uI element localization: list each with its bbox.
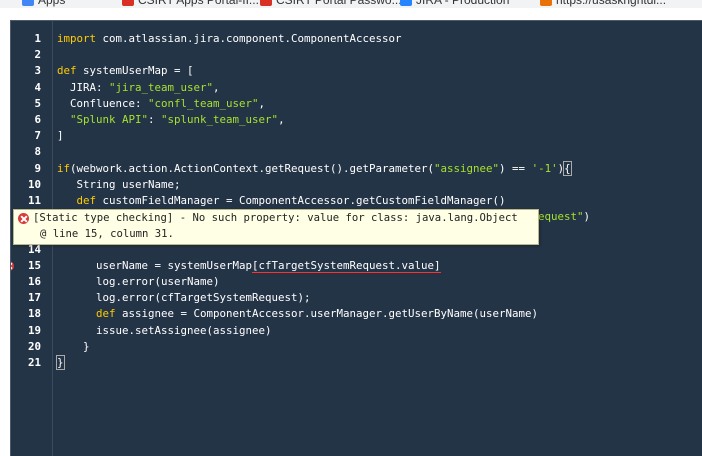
code-text: Confluence: <box>57 96 149 110</box>
line-number: 18 <box>27 307 41 321</box>
code-string: "confl_team_user" <box>148 96 259 110</box>
line-number: 19 <box>27 323 41 337</box>
bookmark-item[interactable]: Apps <box>22 0 65 7</box>
code-text: com.atlassian.jira.component.ComponentAc… <box>96 32 402 45</box>
line-number: 5 <box>34 96 41 110</box>
line-number: 1 <box>34 32 41 45</box>
bookmark-label: JIRA - Production <box>416 0 510 7</box>
code-text: issue.setAssignee(assignee) <box>57 323 272 337</box>
code-line[interactable]: issue.setAssignee(assignee) <box>57 323 272 339</box>
bookmark-item[interactable]: JIRA - Production <box>400 0 509 7</box>
bookmark-label: https://usaskrightdi... <box>556 0 667 7</box>
bookmark-item[interactable]: CSIRT Portal Passwo... <box>260 0 402 7</box>
code-text: userName = systemUserMap <box>57 258 253 272</box>
code-line[interactable]: Confluence: "confl_team_user", <box>57 96 265 112</box>
code-string: "splunk_team_user" <box>161 113 279 126</box>
code-line[interactable]: ] <box>57 128 64 144</box>
line-number: 2 <box>34 48 41 62</box>
code-text: JIRA: <box>57 80 110 94</box>
code-text: ) <box>583 210 591 224</box>
bookmark-label: Apps <box>38 0 66 7</box>
bookmark-item[interactable]: CSIRT Apps Portal-II... <box>122 0 259 7</box>
code-line[interactable]: JIRA: "jira_team_user", <box>57 80 220 96</box>
code-line[interactable]: import com.atlassian.jira.component.Comp… <box>57 31 402 47</box>
code-text: String userName; <box>57 177 181 191</box>
code-keyword: import <box>57 32 97 45</box>
code-text: log.error(cfTargetSystemRequest); <box>57 291 311 305</box>
code-text: ) == <box>499 161 532 175</box>
bookmark-icon <box>260 0 272 6</box>
code-keyword: def <box>57 194 97 207</box>
code-text: log.error(userName) <box>57 275 220 288</box>
code-string: '-1' <box>531 161 558 175</box>
line-number: 4 <box>34 80 41 94</box>
code-text: systemUserMap = [ <box>76 64 194 78</box>
code-line[interactable]: userName = systemUserMap[cfTargetSystemR… <box>57 258 441 274</box>
line-number: 3 <box>34 64 41 78</box>
bookmark-icon <box>540 0 552 6</box>
line-number: 21 <box>27 356 41 369</box>
code-string: "assignee" <box>434 161 500 175</box>
error-message: [Static type checking] - No such propert… <box>33 212 518 224</box>
code-text: customFieldManager = ComponentAccessor.g… <box>96 194 506 207</box>
bookmark-icon <box>400 0 412 6</box>
error-tooltip: [Static type checking] - No such propert… <box>13 209 539 245</box>
code-line[interactable]: def systemUserMap = [ <box>57 63 194 79</box>
code-line[interactable]: if(webwork.action.ActionContext.getReque… <box>57 160 572 177</box>
line-number: 6 <box>34 113 41 126</box>
code-bracket: { <box>563 160 572 176</box>
code-line[interactable]: log.error(cfTargetSystemRequest); <box>57 290 311 306</box>
code-string: "jira_team_user" <box>109 80 214 94</box>
code-text: ] <box>57 129 64 143</box>
bookmark-label: CSIRT Portal Passwo... <box>276 0 402 7</box>
code-line[interactable]: def customFieldManager = ComponentAccess… <box>57 193 506 209</box>
code-text: (webwork.action.ActionContext.getRequest… <box>70 161 435 175</box>
line-number: 10 <box>27 177 41 191</box>
code-text: , <box>278 113 285 126</box>
code-line[interactable]: } <box>56 355 65 371</box>
code-line[interactable]: String userName; <box>57 177 181 193</box>
code-line[interactable]: def assignee = ComponentAccessor.userMan… <box>57 306 538 322</box>
line-number: 9 <box>34 161 41 175</box>
bookmark-item[interactable]: https://usaskrightdi... <box>540 0 666 7</box>
code-text: } <box>57 339 90 353</box>
line-number: 7 <box>34 129 41 143</box>
code-bracket: } <box>56 355 65 370</box>
code-text: , <box>258 96 266 110</box>
error-icon <box>18 213 29 224</box>
error-location: @ line 15, column 31. <box>40 228 174 240</box>
code-error-span: [cfTargetSystemRequest.value] <box>252 258 441 273</box>
code-text: , <box>213 80 220 94</box>
line-number: 15 <box>27 258 41 272</box>
line-number: 16 <box>27 275 41 288</box>
line-number: 8 <box>34 145 41 159</box>
bookmark-icon <box>22 0 34 6</box>
code-keyword: def <box>57 64 77 78</box>
line-number: 11 <box>27 194 41 207</box>
code-keyword: def <box>57 307 116 321</box>
code-string: "Splunk API" <box>70 113 149 126</box>
code-text: assignee = ComponentAccessor.userManager… <box>115 307 539 321</box>
line-number: 20 <box>27 339 41 353</box>
code-text: : <box>148 113 162 126</box>
bookmark-icon <box>122 0 134 6</box>
code-keyword: if <box>57 161 71 175</box>
code-line[interactable]: } <box>57 339 90 355</box>
line-number: 17 <box>27 291 41 305</box>
code-line[interactable]: log.error(userName) <box>57 274 220 290</box>
bookmark-label: CSIRT Apps Portal-II... <box>138 0 259 7</box>
code-line[interactable]: "Splunk API": "splunk_team_user", <box>57 112 285 128</box>
